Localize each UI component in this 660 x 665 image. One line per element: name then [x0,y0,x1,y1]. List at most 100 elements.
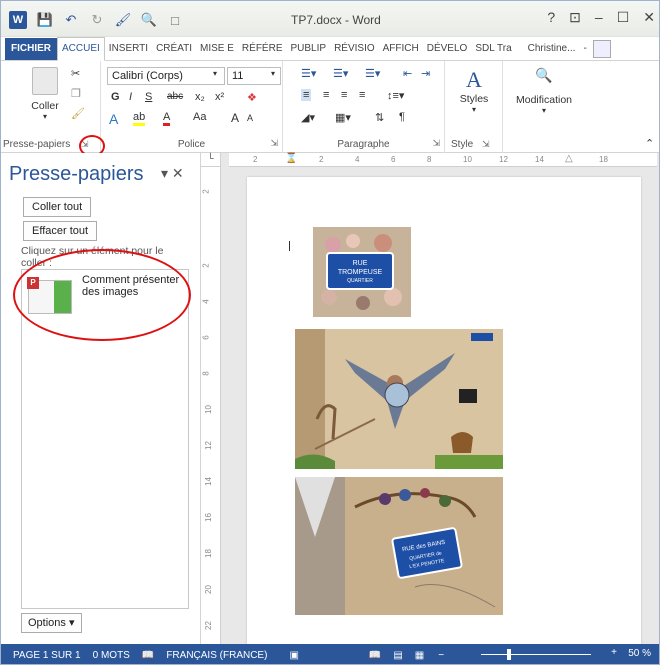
multilevel-list-icon[interactable]: ☰▾ [365,67,380,80]
save-icon[interactable]: 💾 [37,12,53,28]
vertical-ruler[interactable]: 2 2 4 6 8 10 12 14 16 18 20 22 [201,167,221,644]
close-icon[interactable]: ✕ [643,9,655,26]
font-name-dropdown-icon[interactable]: ▾ [213,69,217,78]
maximize-icon[interactable]: ☐ [617,9,630,26]
strikethrough-button[interactable]: abc [167,91,183,102]
sort-icon[interactable]: ⇅ [375,111,384,124]
show-marks-icon[interactable]: ¶ [399,111,405,123]
highlight-icon[interactable]: ab [133,111,146,126]
align-left-icon[interactable]: ≡ [301,89,312,101]
ruler-indent-marker[interactable]: ⌛ [285,153,297,164]
tab-accueil[interactable]: ACCUEI [57,37,105,61]
zoom-level[interactable]: 50 % [628,648,651,659]
zoom-out-icon[interactable]: − [438,650,444,661]
tab-publipostage[interactable]: PUBLIP [286,38,330,60]
bullets-icon[interactable]: ☰▾ [301,67,316,80]
line-spacing-icon[interactable]: ↕≡▾ [387,89,404,102]
rue-des-bains-photo[interactable]: RUE des BAINS QUARTIER de L'EX PENOTTE [295,477,503,615]
tab-sdl[interactable]: SDL Tra [471,38,515,60]
macro-record-icon[interactable]: ▣ [289,650,298,661]
word-count[interactable]: 0 MOTS [93,650,130,661]
shrink-font-button[interactable]: A [247,113,253,123]
paste-all-button[interactable]: Coller tout [23,197,92,217]
underline-button[interactable]: S [145,91,152,103]
user-name[interactable]: Christine... [524,38,580,60]
increase-indent-icon[interactable]: ⇥ [421,67,430,80]
mural-photo[interactable] [295,329,503,469]
options-button[interactable]: Options ▾ [21,613,82,633]
tab-mise-en-page[interactable]: MISE E [196,38,238,60]
clear-format-icon[interactable]: ❖ [247,91,257,104]
tab-affichage[interactable]: AFFICH [379,38,423,60]
styles-launcher-icon[interactable]: ⇲ [482,139,490,149]
tab-fichier[interactable]: FICHIER [5,38,57,60]
numbering-icon[interactable]: ☰▾ [333,67,348,80]
zoom-in-icon[interactable]: + [611,647,617,658]
format-painter-icon[interactable]: 🖌 [115,12,132,28]
tab-selector[interactable]: └ [201,153,221,167]
language-status[interactable]: FRANÇAIS (FRANCE) [166,650,267,661]
new-document-icon[interactable]: □ [167,12,183,28]
editing-button[interactable]: 🔍 Modification ▾ [509,67,579,115]
ruler-tick: 12 [499,155,508,164]
tab-revision[interactable]: RÉVISIO [330,38,379,60]
tab-creation[interactable]: CRÉATI [152,38,196,60]
copy-icon[interactable]: ❐ [71,87,81,100]
pane-options-and-close-icon[interactable]: ▾ ✕ [161,165,184,182]
superscript-button[interactable]: x² [215,91,224,103]
rue-trompeuse-photo[interactable]: RUE TROMPEUSE QUARTIER [313,227,411,317]
ruler-indent-marker-right[interactable]: △ [565,153,573,164]
window-controls: ? ⊡ – ☐ ✕ [547,9,655,26]
decrease-indent-icon[interactable]: ⇤ [403,67,412,80]
print-preview-icon[interactable]: 🔍 [141,12,157,28]
vruler-tick: 8 [201,371,211,376]
collapse-ribbon-icon[interactable]: ⌃ [645,137,654,150]
zoom-slider-track[interactable] [481,654,591,655]
horizontal-ruler[interactable]: 2 ⌛ 2 4 6 8 10 12 14 △ 18 [229,153,657,167]
tab-references[interactable]: RÉFÉRE [238,38,287,60]
document-area: └ 2 ⌛ 2 4 6 8 10 12 14 △ 18 2 2 4 6 8 10… [201,153,659,644]
web-layout-icon[interactable]: ▦ [415,650,424,661]
align-center-icon[interactable]: ≡ [323,89,329,101]
format-painter-ribbon-icon[interactable]: 🖌 [71,107,85,120]
page-count[interactable]: PAGE 1 SUR 1 [13,650,81,661]
undo-icon[interactable]: ↶ [63,12,79,28]
justify-icon[interactable]: ≡ [359,89,365,101]
tab-developpeur[interactable]: DÉVELO [423,38,472,60]
redo-icon[interactable]: ↻ [89,12,105,28]
text-effects-icon[interactable]: A [109,111,118,127]
paragraph-launcher-icon[interactable]: ⇲ [432,138,440,149]
bold-button[interactable]: G [111,91,120,103]
grow-font-button[interactable]: A [231,111,239,125]
shading-icon[interactable]: ◢▾ [301,111,315,124]
vruler-tick: 20 [203,585,213,594]
avatar[interactable] [592,40,611,58]
subscript-button[interactable]: x₂ [195,91,205,103]
print-layout-icon[interactable]: ▤ [393,650,402,661]
tab-insertion[interactable]: INSERTI [105,38,152,60]
cut-icon[interactable]: ✂ [71,67,80,80]
read-mode-icon[interactable]: 📖 [369,650,381,661]
vruler-tick: 18 [203,549,213,558]
help-icon[interactable]: ? [547,9,555,26]
ribbon-display-icon[interactable]: ⊡ [569,9,581,26]
proofing-icon[interactable]: 📖 [142,650,154,661]
align-right-icon[interactable]: ≡ [341,89,347,101]
italic-button[interactable]: I [129,91,132,103]
font-name-field[interactable]: Calibri (Corps) [107,67,225,85]
ruler-tick: 8 [427,155,432,164]
quick-access-toolbar: W 💾 ↶ ↻ 🖌 🔍 □ [9,11,183,29]
minimize-icon[interactable]: – [595,9,603,26]
document-page[interactable]: RUE TROMPEUSE QUARTIER RUE des BAINS QUA… [247,177,641,644]
font-size-dropdown-icon[interactable]: ▾ [271,69,275,78]
clear-all-button[interactable]: Effacer tout [23,221,98,241]
font-color-icon[interactable]: A [163,111,171,126]
user-menu-dash[interactable]: - [579,38,590,60]
borders-icon[interactable]: ▦▾ [335,111,351,124]
zoom-slider-knob[interactable] [507,649,511,660]
change-case-button[interactable]: Aa [193,111,206,123]
rue-des-bains-photo-art: RUE des BAINS QUARTIER de L'EX PENOTTE [295,477,503,615]
styles-button[interactable]: A Styles ▾ [451,67,497,114]
font-launcher-icon[interactable]: ⇲ [270,138,278,149]
paste-button[interactable]: Coller ▾ [23,67,67,121]
